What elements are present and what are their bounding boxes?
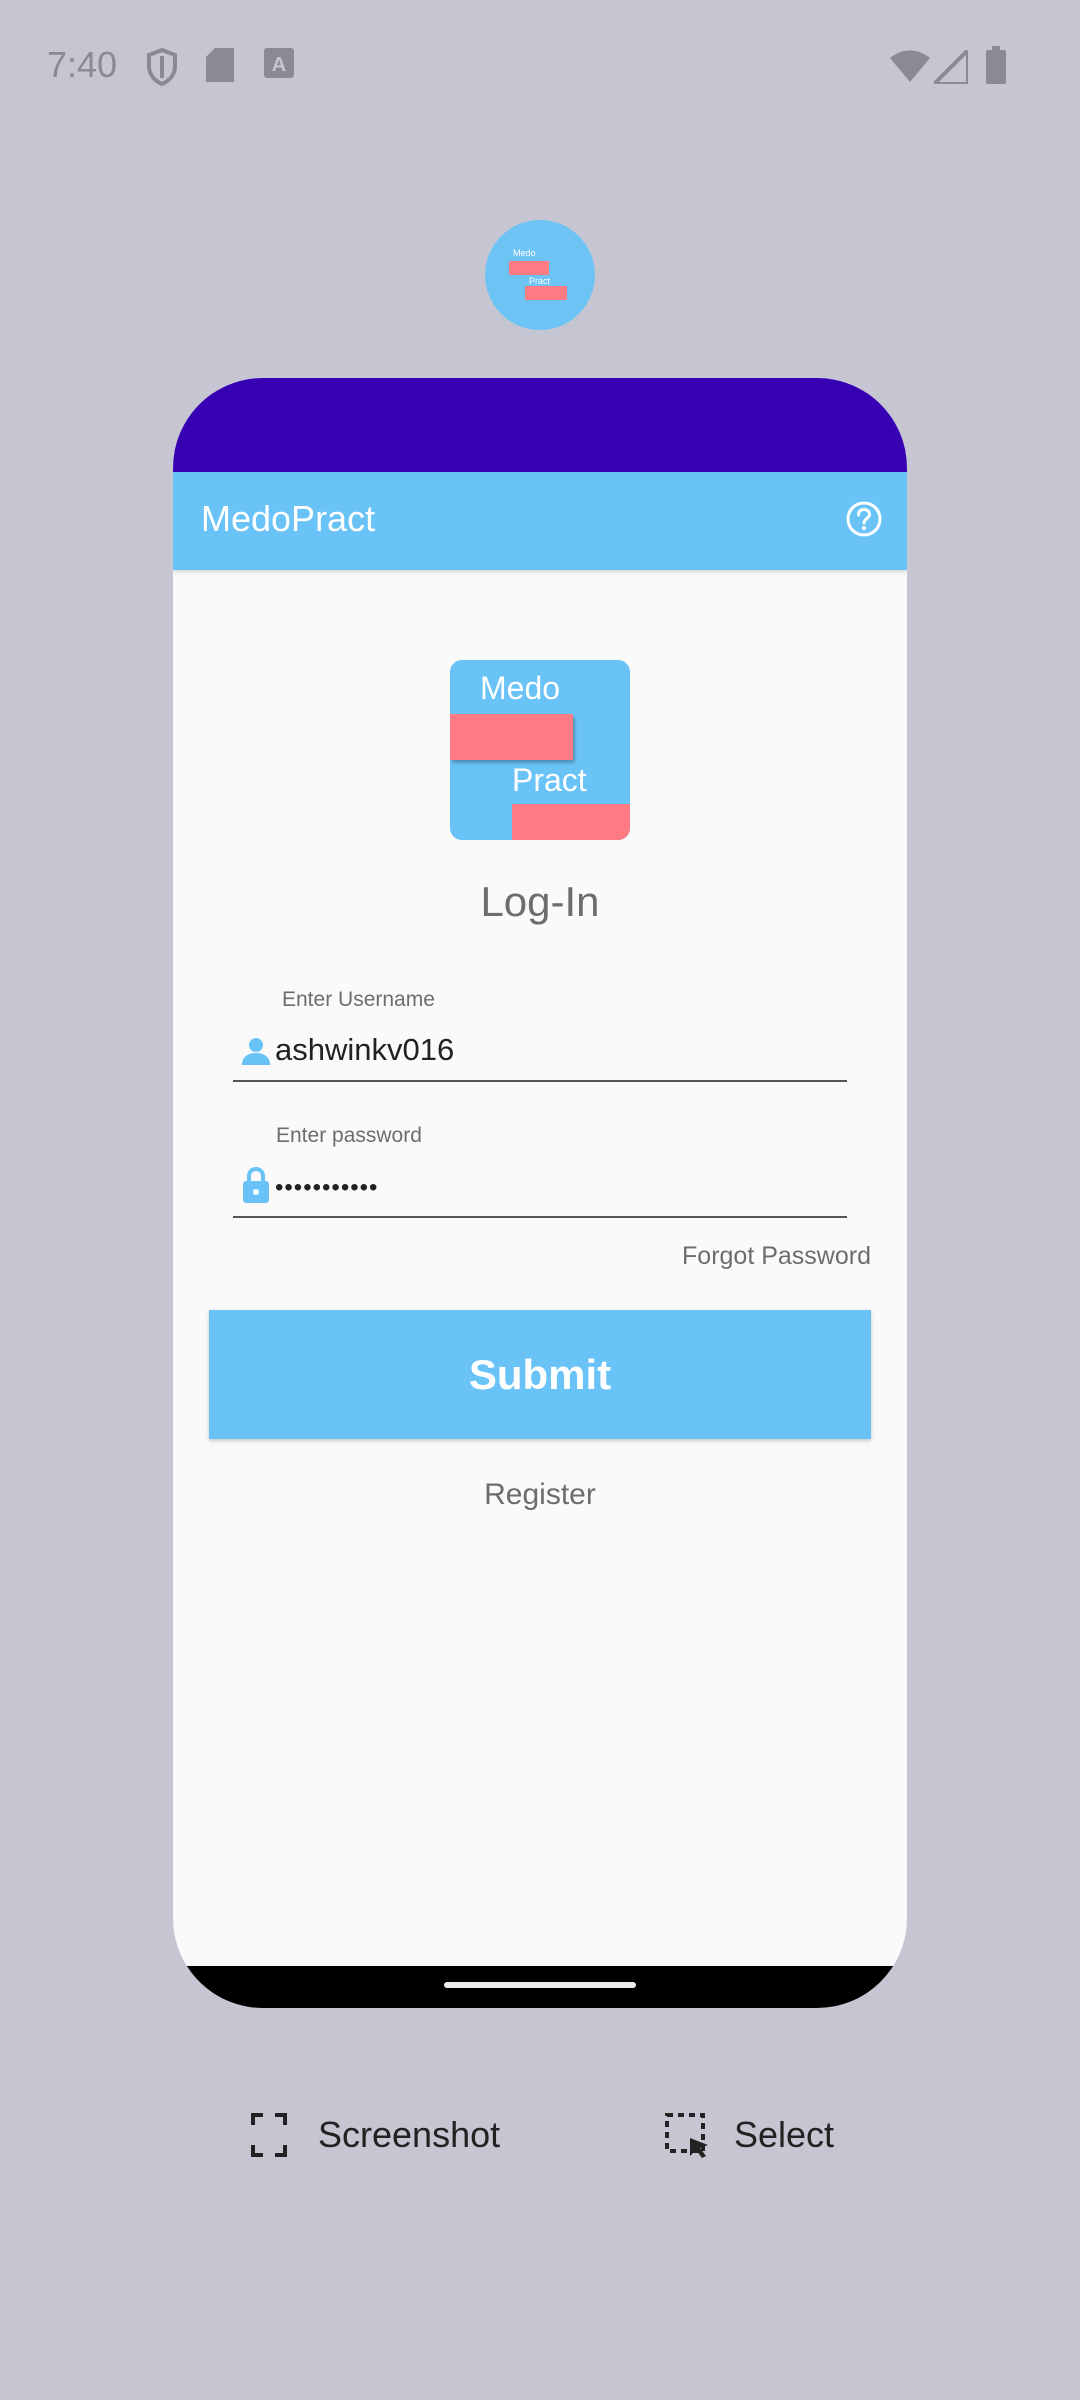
app-logo-small: Medo Pract bbox=[485, 220, 595, 330]
app-status-bar bbox=[173, 378, 907, 472]
submit-button[interactable]: Submit bbox=[209, 1310, 871, 1439]
small-logo-bar-bottom bbox=[525, 286, 567, 300]
logo-bar-top bbox=[450, 714, 573, 760]
help-icon[interactable] bbox=[845, 500, 883, 538]
screenshot-button[interactable]: Screenshot bbox=[250, 2108, 530, 2168]
register-link[interactable]: Register bbox=[173, 1478, 907, 1512]
person-icon bbox=[241, 1036, 271, 1066]
username-field[interactable]: ashwinkv016 bbox=[233, 1024, 847, 1082]
select-label: Select bbox=[734, 2114, 835, 2155]
shield-icon bbox=[146, 47, 178, 91]
a-text-icon: A bbox=[264, 48, 294, 83]
app-title: MedoPract bbox=[201, 498, 376, 539]
logo-bottom-text: Pract bbox=[512, 762, 587, 798]
small-logo-bottom-text: Pract bbox=[529, 276, 551, 286]
password-label: Enter password bbox=[276, 1124, 422, 1147]
status-bar: 7:40 A bbox=[0, 0, 1080, 140]
small-logo-top-text: Medo bbox=[513, 248, 536, 258]
logo-top-text: Medo bbox=[480, 670, 561, 706]
forgot-password-link[interactable]: Forgot Password bbox=[682, 1242, 871, 1271]
app-preview: MedoPract Medo Pract Log-In Enter Userna… bbox=[173, 378, 907, 2008]
app-bar: MedoPract bbox=[173, 472, 907, 570]
username-label: Enter Username bbox=[282, 988, 435, 1011]
small-logo-bar-top bbox=[509, 261, 549, 275]
sd-card-icon bbox=[206, 48, 234, 87]
password-field[interactable]: ••••••••••• bbox=[233, 1160, 847, 1218]
password-value: ••••••••••• bbox=[275, 1174, 379, 1201]
svg-text:A: A bbox=[272, 54, 286, 76]
lock-icon bbox=[241, 1166, 271, 1204]
select-icon bbox=[664, 2112, 710, 2163]
battery-icon bbox=[986, 46, 1006, 89]
screenshot-label: Screenshot bbox=[318, 2114, 501, 2155]
select-button[interactable]: Select bbox=[664, 2108, 864, 2168]
wifi-icon bbox=[890, 50, 930, 87]
login-heading: Log-In bbox=[480, 878, 600, 925]
screenshot-icon bbox=[250, 2112, 288, 2163]
status-time: 7:40 bbox=[47, 44, 118, 85]
username-value: ashwinkv016 bbox=[275, 1032, 455, 1067]
home-indicator[interactable] bbox=[444, 1982, 636, 1988]
logo-bar-bottom bbox=[512, 804, 630, 840]
signal-icon bbox=[929, 45, 970, 89]
app-logo: Medo Pract bbox=[450, 660, 630, 840]
